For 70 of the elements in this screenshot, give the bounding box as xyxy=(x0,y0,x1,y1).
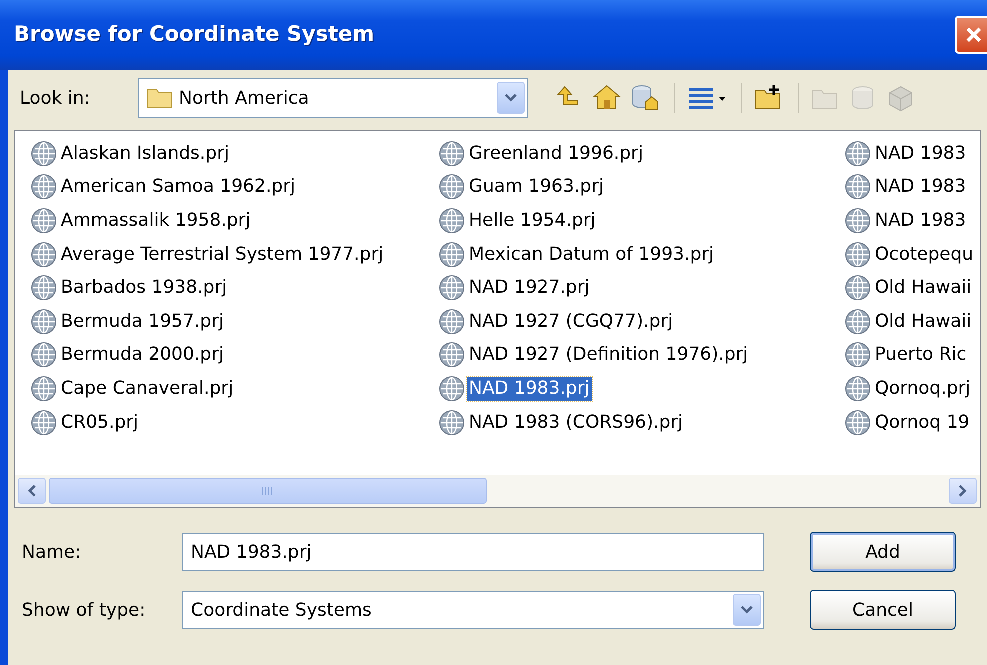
globe-icon xyxy=(439,174,465,200)
name-field[interactable]: NAD 1983.prj xyxy=(182,533,764,571)
globe-icon xyxy=(845,275,871,302)
file-item[interactable]: NAD 1983 xyxy=(873,208,968,233)
file-item[interactable]: Bermuda 1957.prj xyxy=(59,310,226,334)
horizontal-scrollbar[interactable] xyxy=(15,475,980,507)
globe-icon xyxy=(845,208,871,234)
dialog-button[interactable]: Cancel xyxy=(810,590,956,630)
file-item[interactable]: Mexican Datum of 1993.prj xyxy=(467,242,716,267)
globe-icon xyxy=(31,308,57,335)
globe-icon xyxy=(31,376,57,402)
look-in-dropdown[interactable]: North America xyxy=(138,78,528,118)
type-dropdown[interactable]: Coordinate Systems xyxy=(182,591,764,629)
globe-icon xyxy=(31,208,57,234)
globe-icon xyxy=(439,275,465,302)
file-item[interactable]: Ocotepequ xyxy=(873,242,976,267)
globe-icon xyxy=(439,308,465,335)
globe-icon xyxy=(31,275,57,302)
globe-icon xyxy=(439,242,465,268)
dialog-button[interactable]: Add xyxy=(810,532,956,572)
file-item[interactable]: Greenland 1996.prj xyxy=(467,142,646,166)
window-title: Browse for Coordinate System xyxy=(14,21,375,48)
globe-icon xyxy=(845,242,871,268)
name-label: Name: xyxy=(22,540,82,564)
globe-icon xyxy=(31,174,57,200)
file-item[interactable]: NAD 1983 xyxy=(873,175,968,200)
close-icon xyxy=(964,25,984,45)
globe-icon xyxy=(845,174,871,200)
file-item[interactable]: Puerto Ric xyxy=(873,343,969,368)
file-item[interactable]: Old Hawaii xyxy=(873,276,974,300)
close-button[interactable] xyxy=(955,16,987,54)
file-item[interactable]: Average Terrestrial System 1977.prj xyxy=(59,242,386,267)
globe-icon xyxy=(439,410,465,436)
file-item[interactable]: Alaskan Islands.prj xyxy=(59,142,232,166)
file-item[interactable]: Barbados 1938.prj xyxy=(59,276,230,300)
file-item[interactable]: Qornoq 19 xyxy=(873,410,972,435)
globe-icon xyxy=(31,140,57,167)
globe-icon xyxy=(845,308,871,335)
scroll-left-icon[interactable] xyxy=(18,478,46,504)
file-item[interactable]: NAD 1927 (Definition 1976).prj xyxy=(467,343,750,368)
scroll-thumb[interactable] xyxy=(49,478,487,504)
folder-icon xyxy=(147,87,173,109)
file-item[interactable]: Qornoq.prj xyxy=(873,376,973,401)
file-item[interactable]: NAD 1927.prj xyxy=(467,276,592,300)
file-item[interactable]: NAD 1983 xyxy=(873,142,968,166)
file-item[interactable]: NAD 1983.prj xyxy=(467,376,592,401)
file-item[interactable]: CR05.prj xyxy=(59,410,141,435)
globe-icon xyxy=(439,140,465,167)
look-in-label: Look in: xyxy=(20,86,92,110)
file-item[interactable]: Old Hawaii xyxy=(873,310,974,334)
globe-icon xyxy=(845,140,871,167)
globe-icon xyxy=(439,342,465,368)
type-label: Show of type: xyxy=(22,598,147,622)
scroll-right-icon[interactable] xyxy=(949,478,977,504)
file-item[interactable]: Ammassalik 1958.prj xyxy=(59,208,253,233)
file-item[interactable]: Helle 1954.prj xyxy=(467,208,598,233)
file-item[interactable]: NAD 1983 (CORS96).prj xyxy=(467,410,686,435)
file-item[interactable]: Bermuda 2000.prj xyxy=(59,343,226,368)
file-item[interactable]: American Samoa 1962.prj xyxy=(59,175,298,200)
file-item[interactable]: Cape Canaveral.prj xyxy=(59,376,236,401)
globe-icon xyxy=(31,342,57,368)
globe-icon xyxy=(845,376,871,402)
globe-icon xyxy=(439,376,465,402)
globe-icon xyxy=(439,208,465,234)
globe-icon xyxy=(31,410,57,436)
globe-icon xyxy=(845,342,871,368)
file-item[interactable]: NAD 1927 (CGQ77).prj xyxy=(467,310,676,334)
globe-icon xyxy=(845,410,871,436)
globe-icon xyxy=(31,242,57,268)
file-item[interactable]: Guam 1963.prj xyxy=(467,175,606,200)
